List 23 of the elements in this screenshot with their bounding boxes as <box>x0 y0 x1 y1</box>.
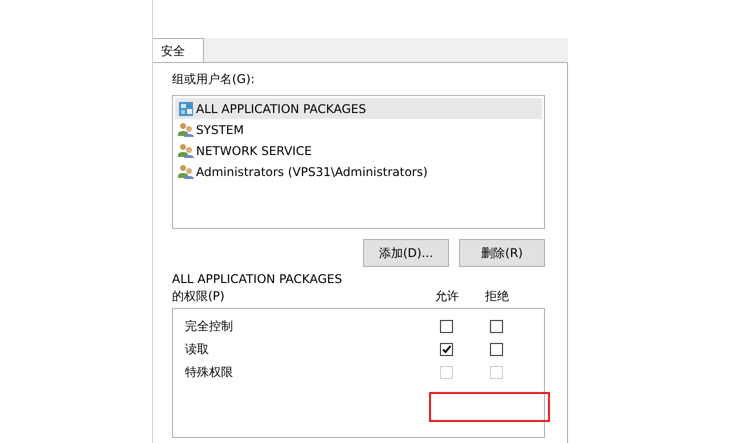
package-icon <box>178 100 194 116</box>
dialog-button[interactable]: 删除(R) <box>459 239 545 267</box>
user-item[interactable]: Administrators (VPS31\Administrators) <box>175 161 542 182</box>
tab[interactable]: 安全 <box>153 38 204 62</box>
user-item[interactable]: ALL APPLICATION PACKAGES <box>175 98 542 119</box>
column-header: 拒绝 <box>484 288 510 305</box>
checkbox[interactable] <box>440 320 452 333</box>
group-label: 组或用户名(G): <box>172 71 256 87</box>
users-icon <box>178 164 194 180</box>
column-header: 允许 <box>434 288 460 305</box>
permission-name: 完全控制 <box>184 318 234 335</box>
checkbox[interactable] <box>440 343 452 356</box>
permissions-label: 的权限(P) <box>172 288 226 305</box>
checkbox[interactable] <box>490 343 502 356</box>
permission-name: 读取 <box>184 341 210 358</box>
users-icon <box>178 122 194 138</box>
permissions-label: ALL APPLICATION PACKAGES <box>172 271 344 288</box>
dialog-button[interactable]: 添加(D)... <box>363 239 449 267</box>
user-item[interactable]: NETWORK SERVICE <box>175 140 542 161</box>
checkbox[interactable] <box>490 320 502 333</box>
users-icon <box>178 142 194 158</box>
user-item[interactable]: SYSTEM <box>175 119 542 140</box>
permission-name: 特殊权限 <box>184 364 234 381</box>
